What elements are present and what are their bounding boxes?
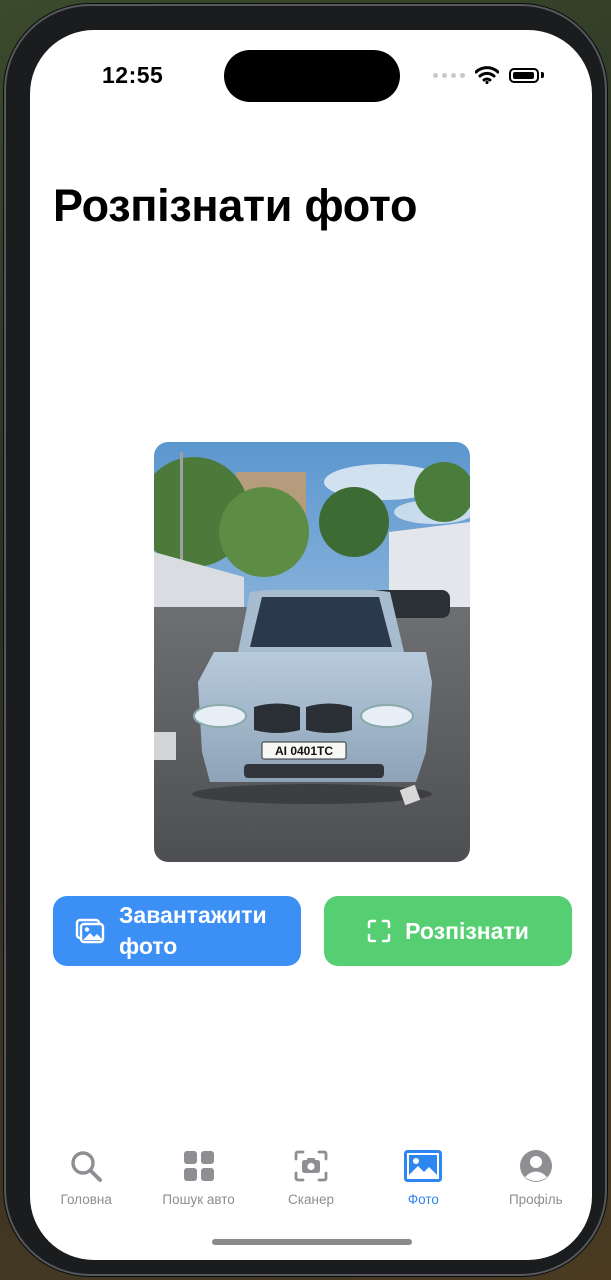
tab-home-label: Головна	[60, 1192, 112, 1207]
upload-photo-button[interactable]: Завантажити фото	[53, 896, 301, 966]
recognize-button[interactable]: Розпізнати	[324, 896, 572, 966]
dynamic-island	[224, 50, 400, 102]
search-icon	[71, 1151, 103, 1182]
tab-photo[interactable]: Фото	[367, 1140, 479, 1220]
battery-icon	[509, 67, 539, 83]
tab-scanner-label: Сканер	[288, 1192, 334, 1207]
profile-icon	[519, 1150, 552, 1182]
app-screen: 12:55 Розпізнати фото AI 0401TC Завантаж…	[30, 30, 592, 1260]
scan-frame-icon	[367, 919, 391, 943]
home-indicator[interactable]	[212, 1239, 412, 1245]
license-plate-text: AI 0401TC	[275, 744, 333, 758]
grid-icon	[183, 1151, 214, 1181]
tab-scanner[interactable]: Сканер	[255, 1140, 367, 1220]
status-time: 12:55	[102, 62, 164, 88]
tab-bar: Головна Пошук авто Сканер Фото Профіль	[30, 1140, 592, 1220]
upload-photo-label: Завантажити фото	[119, 902, 267, 959]
selected-car-photo: AI 0401TC	[154, 442, 470, 862]
photo-icon	[404, 1150, 443, 1182]
battery-cap	[541, 72, 544, 78]
tab-profile[interactable]: Профіль	[480, 1140, 592, 1220]
wifi-icon	[475, 66, 499, 84]
status-indicators	[433, 66, 544, 84]
signal-dots-icon	[433, 72, 465, 78]
page-title: Розпізнати фото	[53, 180, 418, 231]
camera-scan-icon	[294, 1150, 328, 1182]
tab-photo-label: Фото	[407, 1192, 439, 1207]
photo-gallery-icon	[75, 918, 105, 944]
tab-search-cars[interactable]: Пошук авто	[142, 1140, 254, 1220]
recognize-label: Розпізнати	[405, 917, 529, 944]
tab-profile-label: Профіль	[508, 1192, 563, 1207]
tab-search-cars-label: Пошук авто	[162, 1192, 235, 1207]
phone-frame: 12:55 Розпізнати фото AI 0401TC Завантаж…	[4, 4, 607, 1276]
tab-home[interactable]: Головна	[30, 1140, 142, 1220]
